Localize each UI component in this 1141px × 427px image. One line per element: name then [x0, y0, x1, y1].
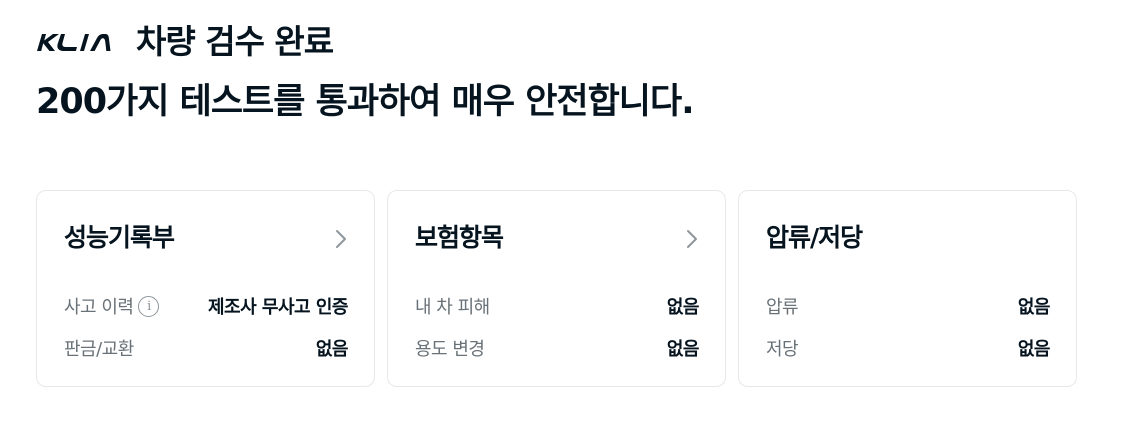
- row-accident-history: 사고 이력 i 제조사 무사고 인증: [64, 285, 349, 327]
- row-value: 없음: [666, 339, 700, 360]
- info-icon[interactable]: i: [138, 295, 160, 317]
- card-insurance-items[interactable]: 보험항목 내 차 피해 없음 용도 변경 없음: [387, 190, 726, 387]
- row-value: 없음: [1017, 339, 1051, 360]
- chevron-right-icon[interactable]: [334, 228, 348, 250]
- card-performance-record[interactable]: 성능기록부 사고 이력 i 제조사 무사고 인증 판금/교환 없음: [36, 190, 375, 387]
- chevron-right-icon[interactable]: [685, 228, 699, 250]
- row-panel-replacement: 판금/교환 없음: [64, 327, 349, 369]
- page-subtitle: 200가지 테스트를 통과하여 매우 안전합니다.: [36, 82, 694, 122]
- row-label-wrapper: 사고 이력 i: [64, 293, 160, 319]
- row-value: 없음: [666, 297, 700, 318]
- header: 차량 검수 완료: [36, 20, 334, 64]
- row-value: 제조사 무사고 인증: [207, 297, 349, 318]
- card-rows: 압류 없음 저당 없음: [766, 285, 1051, 369]
- card-title: 보험항목: [415, 223, 504, 252]
- row-value: 없음: [315, 339, 349, 360]
- row-label: 압류: [766, 297, 799, 318]
- row-label: 내 차 피해: [415, 297, 490, 318]
- row-own-car-damage: 내 차 피해 없음: [415, 285, 700, 327]
- card-seizure-mortgage: 압류/저당 압류 없음 저당 없음: [738, 190, 1077, 387]
- row-label: 사고 이력: [64, 297, 134, 318]
- inspection-cards: 성능기록부 사고 이력 i 제조사 무사고 인증 판금/교환 없음 보험항목 내…: [36, 190, 1077, 387]
- row-seizure: 압류 없음: [766, 285, 1051, 327]
- page-title: 차량 검수 완료: [136, 22, 334, 61]
- row-mortgage: 저당 없음: [766, 327, 1051, 369]
- row-label: 판금/교환: [64, 339, 134, 360]
- card-rows: 사고 이력 i 제조사 무사고 인증 판금/교환 없음: [64, 285, 349, 369]
- card-title: 압류/저당: [766, 223, 863, 252]
- card-title: 성능기록부: [64, 223, 175, 252]
- row-usage-change: 용도 변경 없음: [415, 327, 700, 369]
- card-rows: 내 차 피해 없음 용도 변경 없음: [415, 285, 700, 369]
- row-value: 없음: [1017, 297, 1051, 318]
- row-label: 용도 변경: [415, 339, 485, 360]
- kia-logo-icon: [37, 34, 111, 51]
- row-label: 저당: [766, 339, 799, 360]
